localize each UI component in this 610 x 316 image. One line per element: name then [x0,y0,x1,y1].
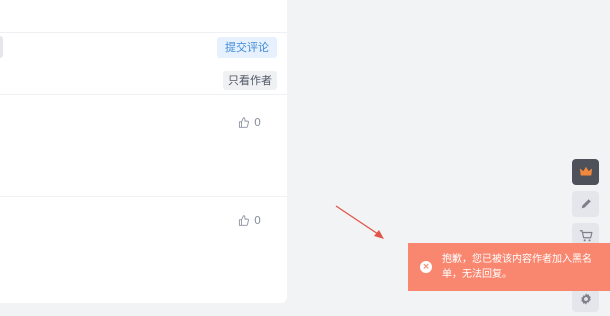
vip-crown-button[interactable] [572,159,599,185]
crown-icon [579,166,592,176]
error-icon: × [420,261,432,273]
pencil-icon [581,199,591,209]
error-toast: × 抱歉，您已被该内容作者加入黑名单，无法回复。 [408,243,610,291]
toast-message: 抱歉，您已被该内容作者加入黑名单，无法回复。 [442,254,592,280]
write-button[interactable] [572,191,599,217]
cart-icon [579,230,593,242]
gear-icon [580,293,591,305]
page: 提交评论 只看作者 0 0 × 抱歉，您已被该内容作者加入黑名单，无法回复。 [0,0,610,316]
